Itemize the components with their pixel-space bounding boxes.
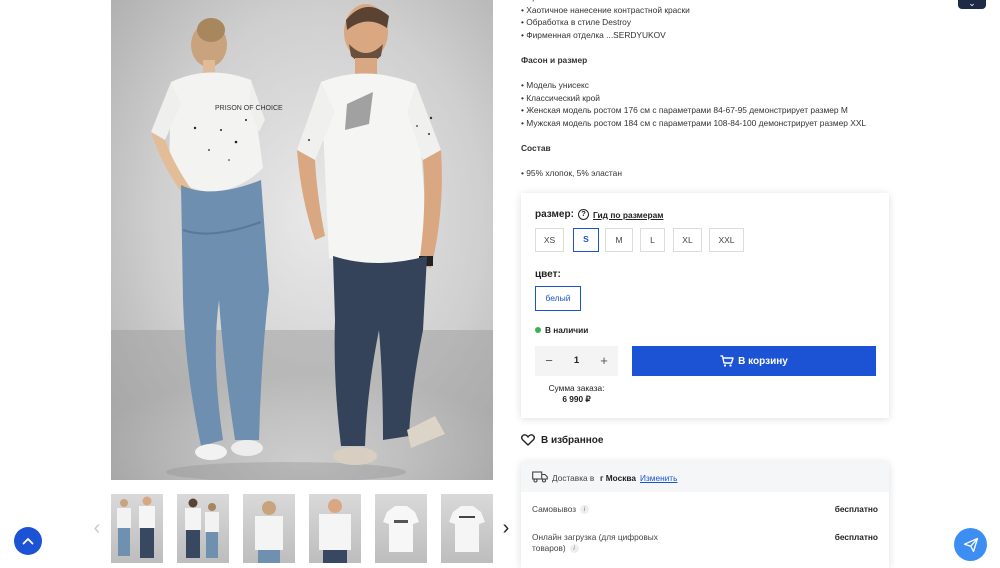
description-heading: Состав	[521, 143, 551, 154]
chevron-down-icon[interactable]: ⌄	[958, 0, 986, 9]
chat-send-button[interactable]	[954, 528, 987, 561]
add-to-cart-button[interactable]: В корзину	[632, 346, 876, 376]
description-line: • Обработка в стиле Destroy	[521, 17, 632, 28]
thumbnail-tshirt-front[interactable]	[375, 494, 427, 563]
digital-download-label: Онлайн загрузка (для цифровых товаров)	[532, 532, 658, 553]
description-line: • 95% хлопок, 5% эластан	[521, 168, 622, 179]
purchase-card: размер: ? Гид по размерам XS S M L XL XX…	[521, 193, 889, 418]
main-product-photo[interactable]: PRISON OF CHOICE	[111, 0, 493, 480]
paper-plane-icon	[963, 537, 978, 552]
order-sum-value: 6 990 ₽	[562, 394, 591, 404]
description-line: • Женская модель ростом 176 см с парамет…	[521, 105, 848, 116]
delivery-card: Доставка в г Москва Изменить Самовывоз i …	[521, 462, 889, 568]
description-line: • Фирменная отделка ...SERDYUKOV	[521, 29, 666, 40]
info-icon[interactable]: i	[569, 544, 579, 554]
thumb-image-icon	[117, 496, 155, 558]
delivery-header: Доставка в г Москва Изменить	[521, 462, 889, 492]
size-option-xs[interactable]: XS	[535, 228, 564, 252]
change-city-link[interactable]: Изменить	[640, 473, 677, 483]
thumbnail-couple-front[interactable]	[111, 494, 163, 563]
quantity-increase-button[interactable]: +	[593, 346, 615, 376]
heart-icon	[521, 434, 535, 446]
delivery-method-name: Самовывоз i	[532, 504, 682, 515]
size-option-xxl[interactable]: XXL	[709, 228, 744, 252]
thumb-image-icon	[383, 506, 419, 552]
description-line: • Классический крой	[521, 92, 600, 103]
size-option-l[interactable]: L	[640, 228, 665, 252]
order-sum-label: Сумма заказа:	[548, 383, 605, 393]
add-to-cart-label: В корзину	[738, 355, 788, 367]
delivery-method-price: бесплатно	[834, 532, 878, 542]
thumbnail-woman-front[interactable]	[243, 494, 295, 563]
thumbnails-prev-button[interactable]: ‹	[90, 517, 104, 539]
delivery-label: Доставка в	[552, 473, 595, 483]
thumb-image-icon	[255, 501, 283, 563]
cart-icon	[720, 355, 734, 367]
thumb-image-icon	[185, 498, 219, 558]
size-title: размер:	[535, 209, 574, 220]
delivery-city: г Москва	[600, 473, 637, 483]
print-text-woman: PRISON OF CHOICE	[215, 105, 283, 112]
main-photo-illustration: PRISON OF CHOICE	[111, 4, 493, 480]
size-option-s[interactable]: S	[573, 228, 599, 252]
pickup-label: Самовывоз	[532, 504, 577, 514]
color-option-white[interactable]: белый	[535, 286, 581, 311]
size-guide-link[interactable]: ? Гид по размерам	[578, 209, 663, 220]
delivery-method-name: Онлайн загрузка (для цифровых товаров) i	[532, 532, 682, 554]
description-line: • Мужская модель ростом 184 см с парамет…	[521, 117, 867, 128]
thumbnail-strip	[111, 494, 493, 563]
favorites-label: В избранное	[541, 434, 604, 446]
quantity-stepper: − 1 +	[535, 346, 618, 376]
thumbnail-tshirt-back[interactable]	[441, 494, 493, 563]
color-title: цвет:	[535, 269, 561, 280]
size-option-xl[interactable]: XL	[673, 228, 702, 252]
add-to-favorites-button[interactable]: В избранное	[521, 434, 603, 446]
size-guide-label: Гид по размерам	[593, 209, 664, 220]
arrow-up-icon	[22, 538, 34, 545]
quantity-value[interactable]: 1	[557, 346, 596, 376]
product-description: • Принт Prison of choice• Хаотичное нане…	[521, 0, 941, 180]
thumb-image-icon	[319, 499, 351, 563]
scroll-to-top-button[interactable]	[14, 527, 42, 555]
thumbnails-next-button[interactable]: ›	[499, 517, 513, 539]
in-stock-dot-icon	[535, 327, 541, 333]
thumbnail-man-front[interactable]	[309, 494, 361, 563]
info-icon[interactable]: i	[580, 505, 590, 515]
stock-status: В наличии	[535, 325, 588, 335]
question-circle-icon: ?	[578, 209, 589, 220]
truck-icon	[532, 471, 548, 483]
thumb-image-icon	[449, 506, 485, 552]
description-line: • Хаотичное нанесение контрастной краски	[521, 4, 690, 15]
product-page: PRISON OF CHOICE ‹ › • Хаотичное нанесен…	[0, 0, 1000, 568]
description-line: • Модель унисекс	[521, 80, 589, 91]
size-option-m[interactable]: M	[605, 228, 633, 252]
thumbnail-couple-back[interactable]	[177, 494, 229, 563]
delivery-method-price: бесплатно	[834, 504, 878, 514]
description-heading: Фасон и размер	[521, 54, 588, 65]
stock-label: В наличии	[545, 325, 589, 335]
